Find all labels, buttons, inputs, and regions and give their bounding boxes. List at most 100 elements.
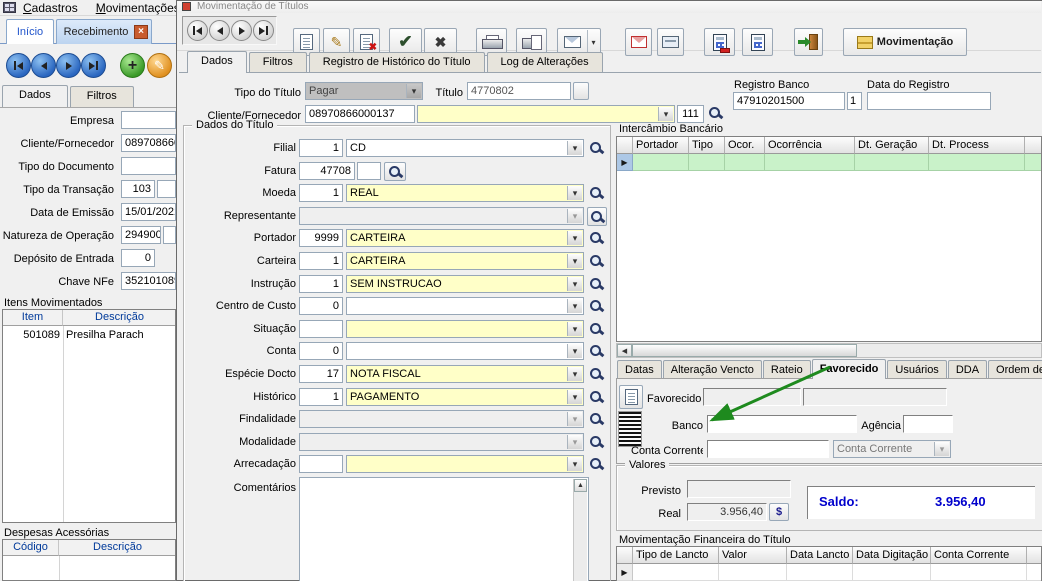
dados-row-2-select[interactable]: REAL: [346, 184, 584, 202]
table-cell[interactable]: [855, 154, 929, 171]
registro-banco-seq-field[interactable]: 1: [847, 92, 862, 110]
record-prev-button[interactable]: [209, 20, 230, 41]
first-button[interactable]: [6, 53, 31, 78]
dados-row-6-select[interactable]: SEM INSTRUCAO: [346, 275, 584, 293]
dados-row-7-search-icon[interactable]: [589, 299, 605, 315]
tab-registro-historico[interactable]: Registro de Histórico do Título: [309, 52, 485, 73]
back-field-5[interactable]: 294900: [121, 226, 161, 244]
mov-financeira-table[interactable]: Tipo de LanctoValorData LanctoData Digit…: [616, 546, 1042, 581]
dados-row-12-search-icon[interactable]: [589, 412, 605, 428]
dados-row-0-select[interactable]: CD: [346, 139, 584, 157]
cliente-search-icon[interactable]: [708, 106, 724, 122]
column-header[interactable]: Tipo de Lancto: [633, 547, 719, 564]
tab-ordem-de-com[interactable]: Ordem de Com: [988, 360, 1042, 379]
record-first-button[interactable]: [187, 20, 208, 41]
last-button[interactable]: [81, 53, 106, 78]
despesas-acessorias-table[interactable]: CódigoDescrição: [2, 539, 176, 581]
doc-tab-recebimento[interactable]: Recebimento×: [56, 19, 152, 44]
table-cell[interactable]: [689, 154, 725, 171]
dados-row-13-select[interactable]: [299, 433, 584, 451]
column-header[interactable]: Ocorrência: [765, 137, 855, 154]
dados-row-14-search-icon[interactable]: [589, 457, 605, 473]
column-header[interactable]: Portador: [633, 137, 689, 154]
itens-movimentados-table[interactable]: ItemDescrição501089Presilha Parach: [2, 309, 176, 523]
table-cell[interactable]: [1025, 154, 1042, 171]
dados-row-9-search-icon[interactable]: [589, 344, 605, 360]
dados-row-2-search-icon[interactable]: [589, 186, 605, 202]
intercambio-table[interactable]: PortadorTipoOcor.OcorrênciaDt. GeraçãoDt…: [616, 136, 1042, 342]
dados-row-1-search-button[interactable]: [384, 162, 406, 181]
dados-row-9-select[interactable]: [346, 342, 584, 360]
table-cell[interactable]: 501089: [3, 327, 63, 343]
table-cell[interactable]: [787, 564, 853, 581]
dados-row-8-search-icon[interactable]: [589, 322, 605, 338]
tab-usuarios[interactable]: Usuários: [887, 360, 946, 379]
banco-field[interactable]: [707, 415, 857, 433]
dados-row-11-select[interactable]: PAGAMENTO: [346, 388, 584, 406]
dados-row-11-search-icon[interactable]: [589, 390, 605, 406]
dados-row-13-search-icon[interactable]: [589, 435, 605, 451]
prev-button[interactable]: [31, 53, 56, 78]
cliente-loja-field[interactable]: 111: [677, 105, 704, 123]
dados-row-11-num[interactable]: 1: [299, 388, 343, 406]
doc-tab-inicio[interactable]: Início: [6, 19, 54, 44]
column-header[interactable]: Dt. Geração: [855, 137, 929, 154]
intercambio-hscrollbar[interactable]: ◀: [616, 343, 1042, 358]
dados-row-5-num[interactable]: 1: [299, 252, 343, 270]
dados-row-7-num[interactable]: 0: [299, 297, 343, 315]
dados-row-5-search-icon[interactable]: [589, 254, 605, 270]
table-cell[interactable]: [719, 564, 787, 581]
tab-favorecido[interactable]: Favorecido: [812, 359, 887, 379]
dados-row-5-select[interactable]: CARTEIRA: [346, 252, 584, 270]
record-next-button[interactable]: [231, 20, 252, 41]
dados-row-0-search-icon[interactable]: [589, 141, 605, 157]
column-header[interactable]: Dt. Process: [929, 137, 1025, 154]
favorecido-lookup-button[interactable]: [619, 385, 643, 409]
add-button[interactable]: +: [120, 53, 145, 78]
back-field-4[interactable]: 15/01/2021: [121, 203, 176, 221]
table-cell[interactable]: [929, 154, 1025, 171]
table-cell[interactable]: Presilha Parach: [63, 327, 176, 343]
back-field-5-b[interactable]: [163, 226, 176, 244]
titulo-field[interactable]: 4770802: [467, 82, 571, 100]
conta-corrente-field[interactable]: [707, 440, 829, 458]
back-field-0[interactable]: [121, 111, 176, 129]
column-header[interactable]: Conta Corrente: [931, 547, 1027, 564]
dados-row-6-search-icon[interactable]: [589, 277, 605, 293]
app-grid-icon[interactable]: [3, 2, 16, 13]
dados-row-3-search-button[interactable]: [587, 207, 607, 226]
dados-row-9-num[interactable]: 0: [299, 342, 343, 360]
comentarios-scrollbar[interactable]: ▲: [573, 479, 587, 581]
registro-banco-field[interactable]: 47910201500: [733, 92, 845, 110]
real-field[interactable]: 3.956,40: [687, 503, 767, 521]
dados-row-4-select[interactable]: CARTEIRA: [346, 229, 584, 247]
back-field-3-b[interactable]: [157, 180, 176, 198]
tab-dda[interactable]: DDA: [948, 360, 987, 379]
cliente-code-field[interactable]: 08970866000137: [305, 105, 415, 123]
dados-row-0-num[interactable]: 1: [299, 139, 343, 157]
record-last-button[interactable]: [253, 20, 274, 41]
titulo-ellipsis-button[interactable]: [573, 82, 589, 100]
scroll-thumb[interactable]: [632, 344, 857, 357]
column-header[interactable]: Data Digitação: [853, 547, 931, 564]
tab-alteracao-vencto[interactable]: Alteração Vencto: [663, 360, 762, 379]
table-cell[interactable]: [633, 154, 689, 171]
dados-row-12-select[interactable]: [299, 410, 584, 428]
scroll-up-icon[interactable]: ▲: [574, 479, 587, 492]
table-cell[interactable]: [853, 564, 931, 581]
back-tab-dados[interactable]: Dados: [2, 85, 68, 107]
dados-row-10-search-icon[interactable]: [589, 367, 605, 383]
back-field-1[interactable]: 089708660: [121, 134, 176, 152]
back-field-7[interactable]: 352101089: [121, 272, 176, 290]
back-tab-filtros[interactable]: Filtros: [70, 86, 134, 107]
edit-button[interactable]: ✎: [147, 53, 172, 78]
table-cell[interactable]: [633, 564, 719, 581]
menu-cadastros[interactable]: Cadastros: [21, 0, 80, 17]
next-button[interactable]: [56, 53, 81, 78]
dados-row-4-search-icon[interactable]: [589, 231, 605, 247]
tab-dados[interactable]: Dados: [187, 51, 247, 73]
tipo-titulo-select[interactable]: Pagar: [305, 82, 423, 100]
back-field-2[interactable]: [121, 157, 176, 175]
dados-row-1-num[interactable]: 47708: [299, 162, 355, 180]
scroll-left-icon[interactable]: ◀: [617, 344, 632, 357]
